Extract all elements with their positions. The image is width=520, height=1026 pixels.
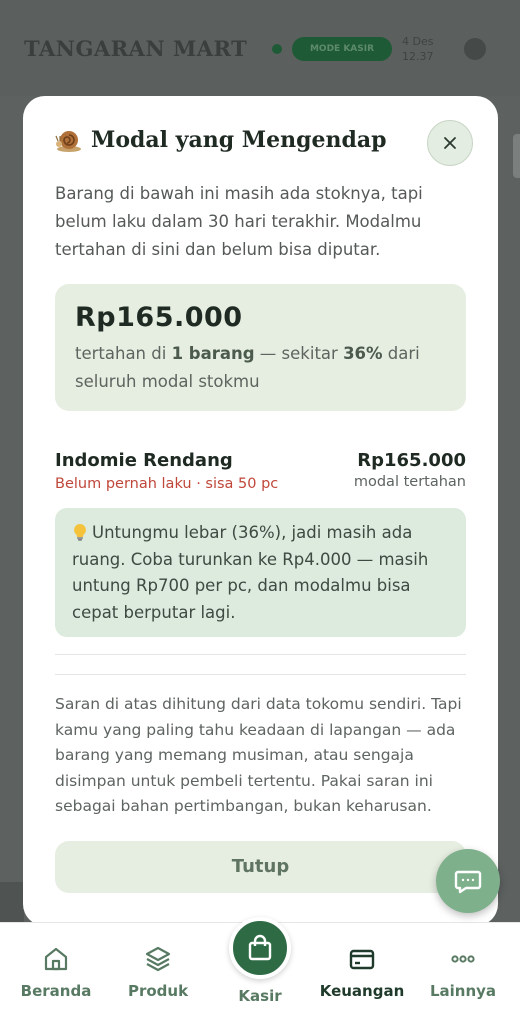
close-icon: [444, 137, 456, 149]
header-date-time: 12.37: [402, 50, 434, 63]
nav-item-keuangan[interactable]: Keuangan: [314, 945, 410, 1000]
modal-title: Modal yang Mengendap: [55, 126, 387, 154]
nav-label-kasir: Kasir: [238, 987, 282, 1005]
scrollbar-handle: [513, 134, 520, 178]
settings-icon: [464, 38, 486, 60]
chat-button[interactable]: [436, 849, 500, 913]
close-button[interactable]: [427, 120, 473, 166]
divider: [55, 654, 466, 655]
tutup-button[interactable]: Tutup: [55, 841, 466, 893]
tip-text-container: Untungmu lebar (36%), jadi masih ada rua…: [72, 520, 452, 626]
wallet-icon: [349, 949, 375, 970]
summary-text-middle: — sekitar: [254, 344, 344, 363]
home-icon: [44, 947, 68, 971]
summary-description: tertahan di 1 barang — sekitar 36% dari …: [75, 340, 445, 396]
item-status: Belum pernah laku · sisa 50 pc: [55, 476, 279, 492]
item-name: Indomie Rendang: [55, 450, 233, 471]
shopping-bag-icon: [248, 934, 272, 961]
header-date-day: 4 Des: [402, 35, 434, 48]
app-header-background: TANGARAN MART MODE KASIR 4 Des 12.37: [0, 0, 520, 96]
pricing-tip-card: Untungmu lebar (36%), jadi masih ada rua…: [55, 508, 466, 637]
box-icon: [145, 946, 171, 972]
status-dot-icon: [272, 44, 282, 54]
modal-title-text: Modal yang Mengendap: [91, 127, 387, 153]
snail-icon: [55, 131, 81, 152]
summary-percent: 36%: [343, 344, 383, 363]
nav-item-lainnya[interactable]: Lainnya: [415, 945, 511, 1000]
idle-capital-modal: Modal yang Mengendap Barang di bawah ini…: [23, 96, 498, 926]
header-date: 4 Des 12.37: [402, 34, 434, 64]
bottom-navigation: Beranda Produk Kasir Keuangan Lainnya: [0, 917, 520, 1026]
chat-bubble-icon: [454, 870, 482, 894]
lightbulb-icon: [74, 524, 86, 541]
nav-label-keuangan: Keuangan: [319, 982, 405, 1000]
divider: [55, 674, 466, 675]
item-price: Rp165.000: [357, 450, 466, 471]
nav-label-lainnya: Lainnya: [429, 982, 497, 1000]
nav-item-kasir[interactable]: [229, 917, 291, 979]
nav-label-produk: Produk: [127, 982, 189, 1000]
brand-logo-text: TANGARAN MART: [24, 36, 248, 61]
more-icon: [451, 955, 475, 963]
background-card-edge: [0, 882, 24, 922]
summary-item-count: 1 barang: [171, 344, 255, 363]
idle-capital-summary-card: Rp165.000 tertahan di 1 barang — sekitar…: [55, 284, 466, 411]
mode-status-pill: MODE KASIR: [292, 37, 392, 61]
nav-item-produk[interactable]: Produk: [110, 945, 206, 1000]
tip-text: Untungmu lebar (36%), jadi masih ada rua…: [72, 523, 429, 622]
nav-item-beranda[interactable]: Beranda: [8, 945, 104, 1000]
nav-label-beranda: Beranda: [20, 982, 92, 1000]
summary-text-prefix: tertahan di: [75, 344, 172, 363]
disclaimer-note: Saran di atas dihitung dari data tokomu …: [55, 695, 462, 815]
summary-amount: Rp165.000: [75, 302, 243, 333]
modal-intro-text: Barang di bawah ini masih ada stoknya, t…: [55, 184, 423, 259]
item-price-label: modal tertahan: [353, 474, 466, 490]
